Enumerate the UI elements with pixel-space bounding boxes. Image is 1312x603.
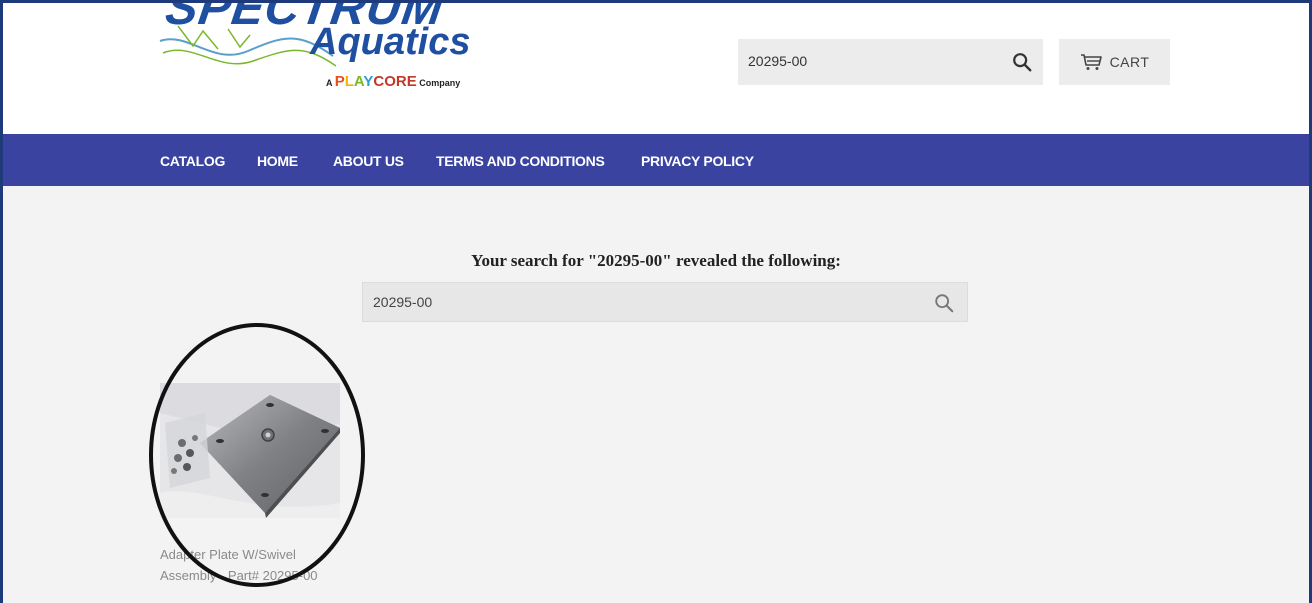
spectrum-aquatics-logo[interactable]: SPECTRUM Aquatics A PLAYCORE Company bbox=[158, 3, 478, 98]
results-search-bar: 20295-00 bbox=[362, 282, 968, 322]
page-frame: SPECTRUM Aquatics A PLAYCORE Company 202… bbox=[0, 0, 1312, 603]
product-card[interactable]: Adapter Plate W/Swivel Assembly - Part# … bbox=[160, 383, 340, 593]
main-nav: CATALOG HOME ABOUT US TERMS AND CONDITIO… bbox=[3, 134, 1309, 186]
brand-core: CORE bbox=[373, 73, 417, 90]
results-search-input[interactable]: 20295-00 bbox=[373, 294, 432, 310]
cart-icon bbox=[1080, 54, 1102, 70]
search-results-heading: Your search for "20295-00" revealed the … bbox=[471, 251, 841, 270]
adapter-plate-photo bbox=[160, 383, 340, 518]
header-search-bar: 20295-00 bbox=[738, 39, 1043, 85]
search-icon[interactable] bbox=[1011, 51, 1033, 73]
nav-item-catalog[interactable]: CATALOG bbox=[160, 153, 225, 169]
logo-tagline: A PLAYCORE Company bbox=[326, 73, 460, 90]
nav-item-terms[interactable]: TERMS AND CONDITIONS bbox=[436, 153, 605, 169]
cart-button[interactable]: CART bbox=[1059, 39, 1170, 85]
nav-item-privacy[interactable]: PRIVACY POLICY bbox=[641, 153, 754, 169]
product-image[interactable] bbox=[160, 383, 340, 518]
brand-letter-a: A bbox=[353, 73, 364, 90]
search-icon[interactable] bbox=[933, 292, 955, 314]
tagline-suffix: Company bbox=[419, 78, 461, 88]
playcore-brand: PLAYCORE bbox=[335, 73, 417, 90]
nav-item-home[interactable]: HOME bbox=[257, 153, 298, 169]
brand-letter-l: L bbox=[344, 73, 354, 90]
brand-letter-y: Y bbox=[363, 73, 374, 90]
site-header: SPECTRUM Aquatics A PLAYCORE Company 202… bbox=[3, 3, 1309, 134]
nav-item-about-us[interactable]: ABOUT US bbox=[333, 153, 404, 169]
cart-label: CART bbox=[1109, 54, 1150, 70]
tagline-prefix: A bbox=[326, 78, 333, 88]
brand-letter-p: P bbox=[334, 73, 345, 90]
header-search-input[interactable]: 20295-00 bbox=[748, 53, 807, 69]
logo-wordmark-bottom: Aquatics bbox=[310, 21, 471, 63]
product-title[interactable]: Adapter Plate W/Swivel Assembly - Part# … bbox=[160, 544, 350, 586]
